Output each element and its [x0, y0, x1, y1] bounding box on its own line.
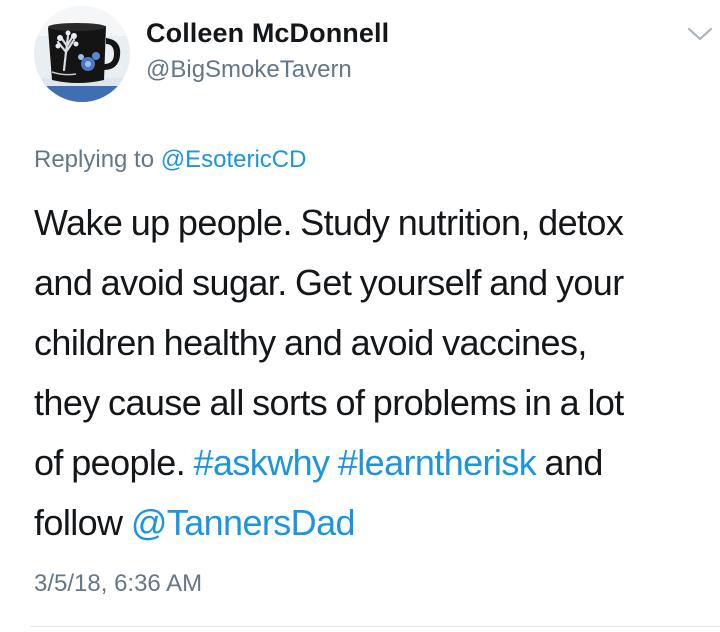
- mention-link[interactable]: @TannersDad: [131, 502, 356, 543]
- tweet-text-fragment: follow: [34, 502, 123, 543]
- tweet-line: and avoid sugar. Get yourself and your: [34, 262, 624, 303]
- timestamp[interactable]: 3/5/18, 6:36 AM: [34, 570, 202, 598]
- tweet-text-fragment: and: [544, 442, 604, 483]
- user-handle[interactable]: @BigSmokeTavern: [146, 56, 352, 84]
- tweet-text: Wake up people. Study nutrition, detox a…: [34, 193, 704, 553]
- tweet-line: follow @TannersDad: [34, 493, 704, 553]
- tweet-line: of people. #askwhy #learntherisk and: [34, 433, 704, 493]
- avatar[interactable]: [34, 6, 130, 102]
- tweet-line: Wake up people. Study nutrition, detox: [34, 202, 624, 243]
- replying-to: Replying to @EsotericCD: [34, 146, 306, 174]
- tweet-line: children healthy and avoid vaccines,: [34, 322, 587, 363]
- divider: [30, 626, 720, 627]
- profile-photo-mug: [34, 6, 130, 102]
- display-name[interactable]: Colleen McDonnell: [146, 18, 389, 49]
- hashtag-link[interactable]: #learntherisk: [338, 442, 537, 483]
- replying-to-label: Replying to: [34, 146, 155, 173]
- chevron-down-icon[interactable]: [684, 22, 716, 46]
- reply-mention-link[interactable]: @EsotericCD: [161, 146, 307, 173]
- tweet-detail: Colleen McDonnell @BigSmokeTavern Replyi…: [0, 0, 720, 632]
- hashtag-link[interactable]: #askwhy: [194, 442, 330, 483]
- tweet-text-fragment: of people.: [34, 442, 186, 483]
- tweet-line: they cause all sorts of problems in a lo…: [34, 382, 624, 423]
